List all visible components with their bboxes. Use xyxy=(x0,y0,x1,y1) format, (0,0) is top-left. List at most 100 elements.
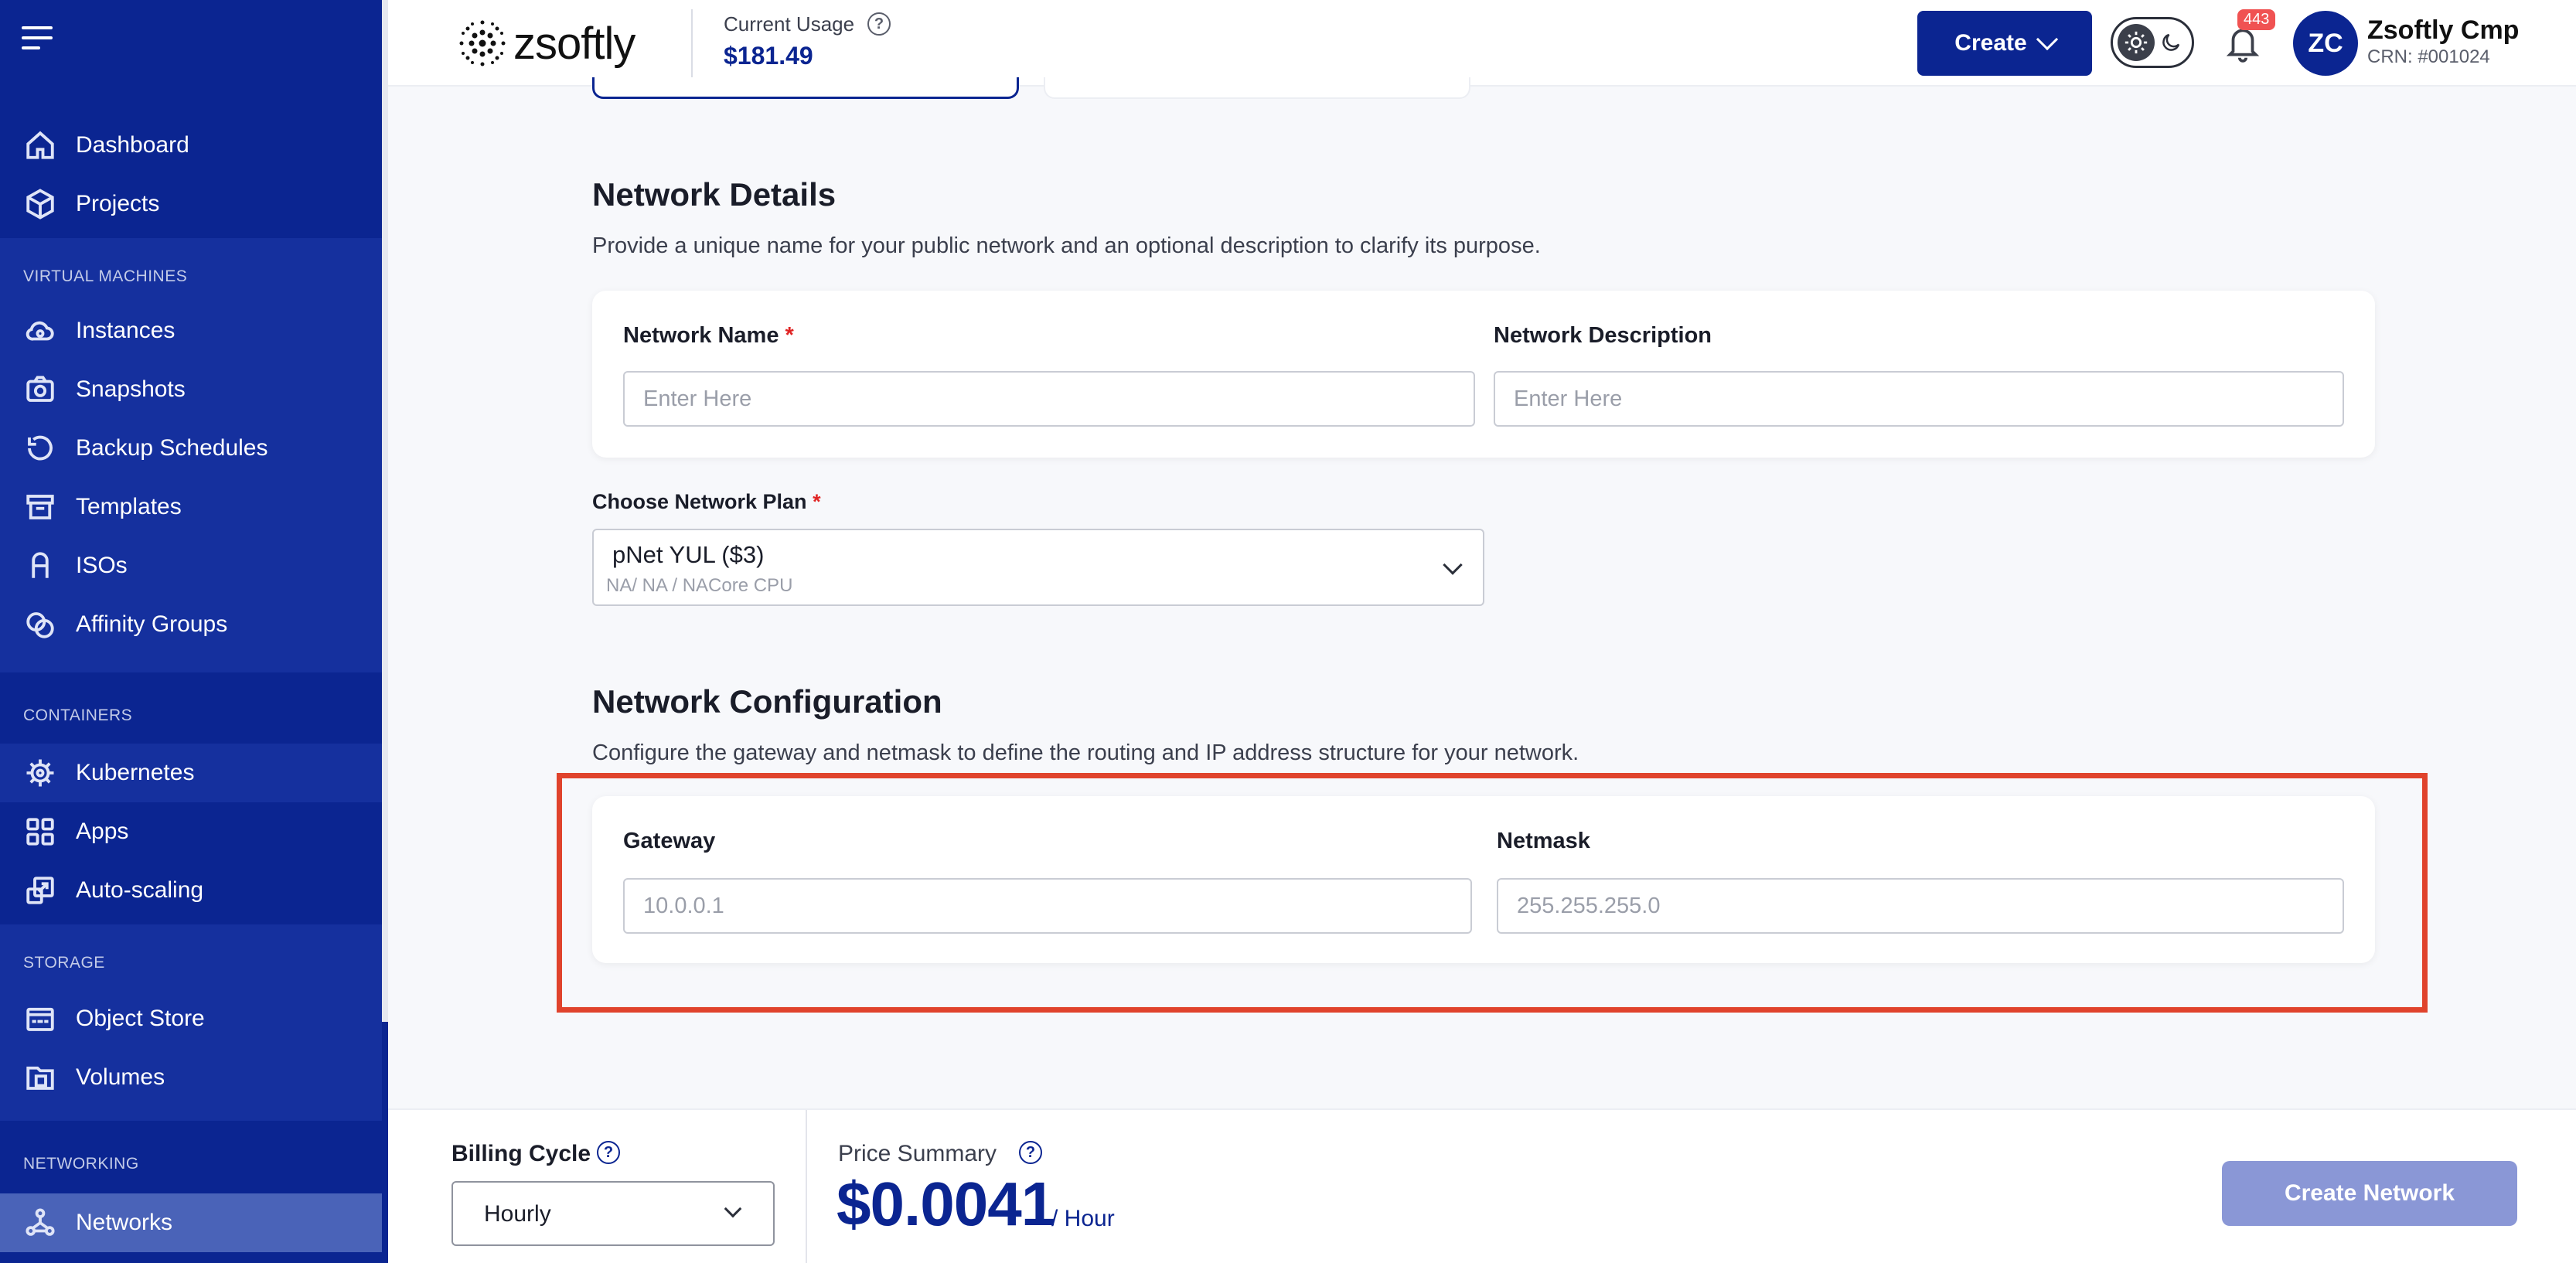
current-usage-value: $181.49 xyxy=(724,42,813,70)
price-summary-label: Price Summary xyxy=(838,1141,997,1166)
sidebar-item-backup-schedules[interactable]: Backup Schedules xyxy=(0,419,382,478)
sidebar-item-label: Projects xyxy=(76,191,160,216)
sidebar-item-label: Instances xyxy=(76,318,175,343)
theme-toggle[interactable] xyxy=(2111,17,2194,68)
notification-badge: 443 xyxy=(2237,9,2276,30)
network-name-input[interactable] xyxy=(623,371,1475,427)
network-plan-selected: pNet YUL ($3) xyxy=(612,541,765,568)
chevron-down-icon xyxy=(724,1200,742,1218)
network-plan-label: Choose Network Plan * xyxy=(592,490,821,513)
sidebar-group-networking: NETWORKING Networks xyxy=(0,1121,382,1263)
top-header: zsoftly Current Usage ? $181.49 Create 4… xyxy=(388,0,2576,87)
sidebar-group-virtual-machines: VIRTUAL MACHINES Instances Snapshots Bac… xyxy=(0,238,382,672)
sidebar-group-storage: STORAGE Object Store Volumes xyxy=(0,924,382,1121)
sidebar-item-label: Auto-scaling xyxy=(76,877,204,903)
bucket-icon xyxy=(22,1000,59,1037)
create-button[interactable]: Create xyxy=(1917,11,2092,76)
current-usage-label: Current Usage xyxy=(724,12,855,36)
logo[interactable]: zsoftly xyxy=(456,17,635,70)
network-icon xyxy=(22,1204,59,1241)
billing-cycle-select[interactable]: Hourly xyxy=(451,1181,775,1246)
sidebar-section-title: CONTAINERS xyxy=(23,706,133,724)
sidebar-item-dashboard[interactable]: Dashboard xyxy=(0,116,382,175)
region-tab[interactable] xyxy=(1044,77,1470,99)
sidebar-item-label: Volumes xyxy=(76,1064,165,1090)
sidebar-item-label: Dashboard xyxy=(76,132,189,158)
sidebar-item-kubernetes[interactable]: Kubernetes xyxy=(0,744,382,802)
disc-icon xyxy=(22,547,59,584)
price-unit: / Hour xyxy=(1051,1206,1115,1231)
home-icon xyxy=(22,127,59,164)
helm-icon xyxy=(22,754,59,792)
sidebar-item-auto-scaling[interactable]: Auto-scaling xyxy=(0,861,382,920)
sidebar-section-title: NETWORKING xyxy=(23,1155,139,1173)
sidebar-item-label: Affinity Groups xyxy=(76,611,228,637)
sidebar-section-title: VIRTUAL MACHINES xyxy=(23,267,188,285)
price-footer: Billing Cycle ? Hourly Price Summary ? $… xyxy=(388,1108,2576,1263)
network-details-card: Network Name * Network Description xyxy=(592,291,2375,458)
network-plan-specs: NA/ NA / NACore CPU xyxy=(606,575,793,596)
sidebar-item-isos[interactable]: ISOs xyxy=(0,536,382,595)
create-network-button[interactable]: Create Network xyxy=(2222,1161,2517,1226)
logo-icon xyxy=(459,20,506,66)
sidebar-item-templates[interactable]: Templates xyxy=(0,478,382,536)
sun-icon xyxy=(2118,24,2155,61)
sidebar-item-apps[interactable]: Apps xyxy=(0,802,382,861)
sidebar-scrollbar[interactable] xyxy=(382,0,388,1022)
network-description-input[interactable] xyxy=(1494,371,2344,427)
logo-text: zsoftly xyxy=(513,18,635,69)
header-divider xyxy=(691,9,693,77)
sidebar-item-label: Apps xyxy=(76,819,129,844)
sidebar-item-volumes[interactable]: Volumes xyxy=(0,1048,382,1107)
grid-icon xyxy=(22,813,59,850)
sidebar-item-label: Object Store xyxy=(76,1006,205,1031)
user-name[interactable]: Zsoftly Cmp xyxy=(2367,15,2519,46)
sidebar-item-networks[interactable]: Networks xyxy=(0,1193,382,1252)
menu-icon[interactable] xyxy=(22,26,56,51)
price-value: $0.0041 xyxy=(837,1169,1055,1238)
network-configuration-title: Network Configuration xyxy=(592,683,942,720)
network-details-title: Network Details xyxy=(592,176,837,213)
sidebar-item-label: ISOs xyxy=(76,553,128,578)
network-configuration-description: Configure the gateway and netmask to def… xyxy=(592,740,1579,765)
sidebar-item-object-store[interactable]: Object Store xyxy=(0,989,382,1048)
network-plan-select[interactable]: pNet YUL ($3) NA/ NA / NACore CPU xyxy=(592,529,1484,606)
sidebar-item-label: Networks xyxy=(76,1210,173,1235)
sidebar-item-label: Templates xyxy=(76,494,182,519)
cloud-icon xyxy=(22,312,59,349)
create-button-label: Create xyxy=(1954,30,2027,56)
sidebar-section-title: STORAGE xyxy=(23,954,105,972)
cube-icon xyxy=(22,186,59,223)
network-description-label: Network Description xyxy=(1494,323,1712,348)
avatar[interactable]: ZC xyxy=(2293,11,2358,76)
camera-icon xyxy=(22,371,59,408)
sidebar-item-affinity-groups[interactable]: Affinity Groups xyxy=(0,595,382,654)
billing-cycle-label: Billing Cycle xyxy=(451,1141,591,1166)
volume-icon xyxy=(22,1059,59,1096)
sidebar-item-label: Backup Schedules xyxy=(76,435,268,461)
affinity-icon xyxy=(22,606,59,643)
sidebar-item-snapshots[interactable]: Snapshots xyxy=(0,360,382,419)
scale-icon xyxy=(22,872,59,909)
help-icon[interactable]: ? xyxy=(867,12,891,36)
highlight-box xyxy=(557,773,2428,1013)
chevron-down-icon xyxy=(2036,28,2058,51)
sidebar-group-containers: CONTAINERS Kubernetes Apps Auto-scaling xyxy=(0,674,382,924)
history-icon xyxy=(22,430,59,467)
archive-icon xyxy=(22,489,59,526)
help-icon[interactable]: ? xyxy=(1019,1141,1042,1164)
sidebar-item-label: Snapshots xyxy=(76,376,186,402)
network-details-description: Provide a unique name for your public ne… xyxy=(592,233,1541,258)
user-crn: CRN: #001024 xyxy=(2367,46,2490,67)
billing-cycle-value: Hourly xyxy=(484,1201,551,1227)
sidebar: Dashboard Projects VIRTUAL MACHINES Inst… xyxy=(0,0,388,1263)
help-icon[interactable]: ? xyxy=(597,1141,620,1164)
sidebar-item-projects[interactable]: Projects xyxy=(0,175,382,233)
network-name-label: Network Name * xyxy=(623,323,794,348)
sidebar-item-instances[interactable]: Instances xyxy=(0,301,382,360)
chevron-down-icon xyxy=(1443,555,1463,575)
moon-icon xyxy=(2162,33,2180,51)
region-tab-selected[interactable] xyxy=(592,77,1019,99)
sidebar-item-label: Kubernetes xyxy=(76,760,195,785)
footer-divider xyxy=(806,1110,807,1263)
